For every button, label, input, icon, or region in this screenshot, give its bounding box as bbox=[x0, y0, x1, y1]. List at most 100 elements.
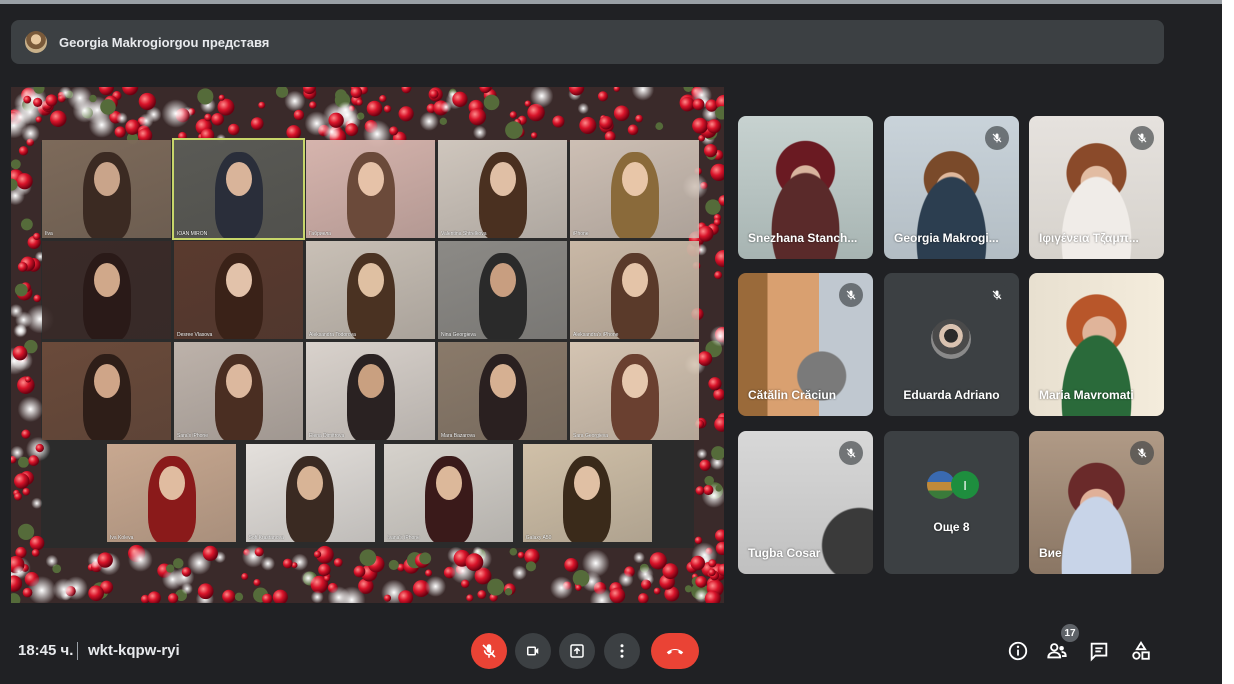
garland-decoration bbox=[45, 554, 59, 568]
participant-tile[interactable]: Ιφιγένεια Τζαμπ... bbox=[1029, 116, 1164, 259]
participant-name: Georgia Makrogi... bbox=[894, 231, 999, 245]
garland-decoration bbox=[627, 124, 639, 136]
garland-decoration bbox=[13, 473, 30, 489]
slide-video-tile: Ilva bbox=[42, 140, 171, 238]
presenter-banner: Georgia Makrogiorgou представя bbox=[11, 20, 1164, 64]
garland-decoration bbox=[429, 89, 439, 99]
garland-decoration bbox=[17, 261, 28, 272]
mic-off-icon bbox=[846, 448, 856, 458]
garland-decoration bbox=[690, 555, 706, 571]
slide-video-tile: Iva Koleva bbox=[107, 444, 236, 542]
chat-button[interactable] bbox=[1086, 638, 1112, 664]
meeting-time: 18:45 ч. bbox=[18, 642, 74, 659]
garland-decoration bbox=[383, 105, 392, 113]
slide-video-caption: Aleksandra's iPhone bbox=[573, 332, 619, 338]
mic-off-icon bbox=[1137, 133, 1147, 143]
call-end-icon bbox=[666, 648, 684, 655]
muted-indicator bbox=[839, 441, 863, 465]
garland-decoration bbox=[23, 95, 32, 104]
garland-decoration bbox=[452, 91, 468, 107]
activities-icon bbox=[1132, 641, 1150, 660]
garland-decoration bbox=[703, 484, 714, 496]
presentation-stage[interactable]: Ilva IOAN MIRON Габриела Valentina Shtrelko… bbox=[11, 87, 724, 603]
slide-video-caption: Габриела bbox=[309, 231, 331, 237]
participant-tile[interactable]: Snezhana Stanch... bbox=[738, 116, 873, 259]
garland-decoration bbox=[138, 92, 156, 111]
garland-decoration bbox=[379, 95, 387, 103]
camera-toggle-button[interactable] bbox=[515, 633, 551, 669]
garland-decoration bbox=[301, 570, 316, 586]
top-border bbox=[0, 0, 1222, 4]
participant-face bbox=[357, 363, 384, 398]
bottom-toolbar: 18:45 ч. wkt-kqpw-ryi bbox=[0, 620, 1222, 684]
participant-face bbox=[574, 465, 601, 500]
slide-video-caption: Elena Dimitrova bbox=[309, 433, 345, 439]
garland-decoration bbox=[425, 569, 433, 577]
meeting-code: wkt-kqpw-ryi bbox=[88, 642, 180, 659]
garland-decoration bbox=[577, 102, 589, 115]
meeting-details-button[interactable] bbox=[1005, 638, 1031, 664]
garland-decoration bbox=[253, 578, 261, 587]
participant-face bbox=[158, 465, 185, 500]
garland-decoration bbox=[181, 582, 193, 595]
garland-decoration bbox=[52, 578, 76, 601]
slide-video-caption: Desree Vlasova bbox=[177, 332, 213, 338]
garland-decoration bbox=[649, 552, 667, 570]
mic-toggle-button[interactable] bbox=[471, 633, 507, 669]
participant-tile[interactable]: Cătălin Crăciun bbox=[738, 273, 873, 416]
participant-tile[interactable]: Georgia Makrogi... bbox=[884, 116, 1019, 259]
participant-tile[interactable]: I Още 8 bbox=[884, 431, 1019, 574]
garland-decoration bbox=[21, 429, 31, 439]
more-options-button[interactable] bbox=[604, 633, 640, 669]
garland-decoration bbox=[28, 455, 40, 466]
garland-decoration bbox=[100, 99, 116, 115]
garland-decoration bbox=[635, 114, 643, 123]
garland-decoration bbox=[692, 117, 709, 134]
participant-tile[interactable]: Eduarda Adriano bbox=[884, 273, 1019, 416]
garland-decoration bbox=[173, 558, 184, 569]
garland-decoration bbox=[304, 111, 329, 136]
garland-decoration bbox=[25, 376, 32, 383]
slide-video-tile bbox=[42, 342, 171, 440]
slide-video-caption: Ivana's iPhone bbox=[387, 535, 420, 541]
participant-name: Tugba Cosar bbox=[748, 546, 821, 560]
participant-tile[interactable]: Maria Mavromati bbox=[1029, 273, 1164, 416]
garland-decoration bbox=[388, 559, 399, 571]
garland-decoration bbox=[579, 116, 597, 134]
garland-decoration bbox=[258, 101, 266, 109]
mic-off-icon bbox=[992, 133, 1002, 143]
slide-video-caption: Sara Georgieva bbox=[573, 433, 609, 439]
garland-decoration bbox=[17, 396, 44, 422]
garland-decoration bbox=[33, 97, 43, 108]
presenter-avatar bbox=[25, 31, 47, 53]
participant-avatar-letter: I bbox=[951, 471, 979, 499]
garland-decoration bbox=[12, 345, 28, 361]
activities-button[interactable] bbox=[1128, 638, 1154, 664]
slide-video-caption: Mara Bazarova bbox=[441, 433, 475, 439]
participant-face bbox=[225, 161, 252, 196]
garland-decoration bbox=[22, 587, 33, 598]
present-now-button[interactable] bbox=[559, 633, 595, 669]
garland-decoration bbox=[353, 565, 366, 578]
garland-decoration bbox=[222, 589, 236, 603]
garland-decoration bbox=[16, 173, 33, 190]
participant-name: Още 8 bbox=[933, 520, 970, 534]
garland-decoration bbox=[286, 125, 302, 140]
garland-decoration bbox=[708, 377, 722, 391]
participant-name: Snezhana Stanch... bbox=[748, 231, 858, 245]
leave-call-button[interactable] bbox=[651, 633, 699, 669]
slide-video-tile: Габриела bbox=[306, 140, 435, 238]
garland-decoration bbox=[21, 124, 40, 143]
garland-decoration bbox=[345, 123, 359, 137]
participant-face bbox=[435, 465, 462, 500]
slide-video-tile: iPhone bbox=[570, 140, 699, 238]
participant-face bbox=[357, 161, 384, 196]
participant-tile[interactable]: Вие bbox=[1029, 431, 1164, 574]
garland-decoration bbox=[293, 109, 305, 121]
participant-tile[interactable]: Tugba Cosar bbox=[738, 431, 873, 574]
show-everyone-button[interactable] bbox=[1044, 638, 1070, 664]
muted-indicator bbox=[985, 283, 1009, 307]
participant-face bbox=[489, 161, 516, 196]
presenter-banner-text: Georgia Makrogiorgou представя bbox=[59, 34, 270, 50]
slide-video-caption: Valentina Shtrelkova bbox=[441, 231, 487, 237]
